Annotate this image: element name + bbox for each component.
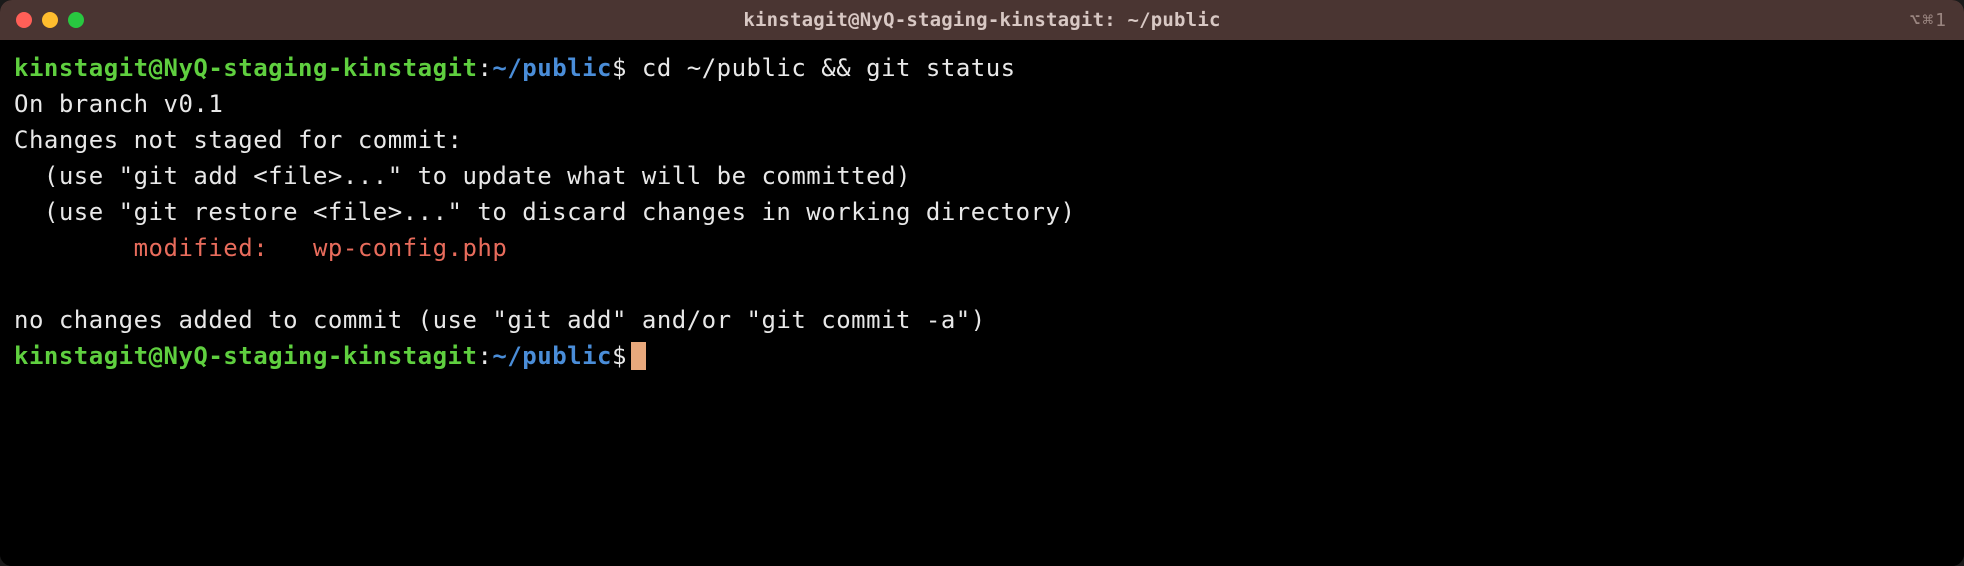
output-no-changes: no changes added to commit (use "git add… <box>14 302 1950 338</box>
blank-line <box>14 266 1950 302</box>
prompt-line-1: kinstagit@NyQ-staging-kinstagit:~/public… <box>14 50 1950 86</box>
output-branch: On branch v0.1 <box>14 86 1950 122</box>
keyboard-shortcut: ⌥⌘1 <box>1909 7 1948 34</box>
prompt-colon-2: : <box>477 342 492 370</box>
prompt-userhost: kinstagit@NyQ-staging-kinstagit <box>14 54 477 82</box>
output-hint-restore: (use "git restore <file>..." to discard … <box>14 194 1950 230</box>
titlebar: kinstagit@NyQ-staging-kinstagit: ~/publi… <box>0 0 1964 40</box>
prompt-symbol: $ <box>612 54 627 82</box>
terminal-body[interactable]: kinstagit@NyQ-staging-kinstagit:~/public… <box>0 40 1964 566</box>
output-modified-file: modified: wp-config.php <box>14 230 1950 266</box>
prompt-path: ~/public <box>492 54 612 82</box>
prompt-line-2: kinstagit@NyQ-staging-kinstagit:~/public… <box>14 338 1950 374</box>
output-not-staged: Changes not staged for commit: <box>14 122 1950 158</box>
maximize-icon[interactable] <box>68 12 84 28</box>
prompt-path-2: ~/public <box>492 342 612 370</box>
output-hint-add: (use "git add <file>..." to update what … <box>14 158 1950 194</box>
minimize-icon[interactable] <box>42 12 58 28</box>
prompt-userhost-2: kinstagit@NyQ-staging-kinstagit <box>14 342 477 370</box>
window-title: kinstagit@NyQ-staging-kinstagit: ~/publi… <box>743 6 1220 35</box>
terminal-window: kinstagit@NyQ-staging-kinstagit: ~/publi… <box>0 0 1964 566</box>
traffic-lights <box>16 12 84 28</box>
command-text: cd ~/public && git status <box>642 54 1016 82</box>
prompt-colon: : <box>477 54 492 82</box>
cursor-icon <box>631 342 646 370</box>
prompt-symbol-2: $ <box>612 342 627 370</box>
close-icon[interactable] <box>16 12 32 28</box>
